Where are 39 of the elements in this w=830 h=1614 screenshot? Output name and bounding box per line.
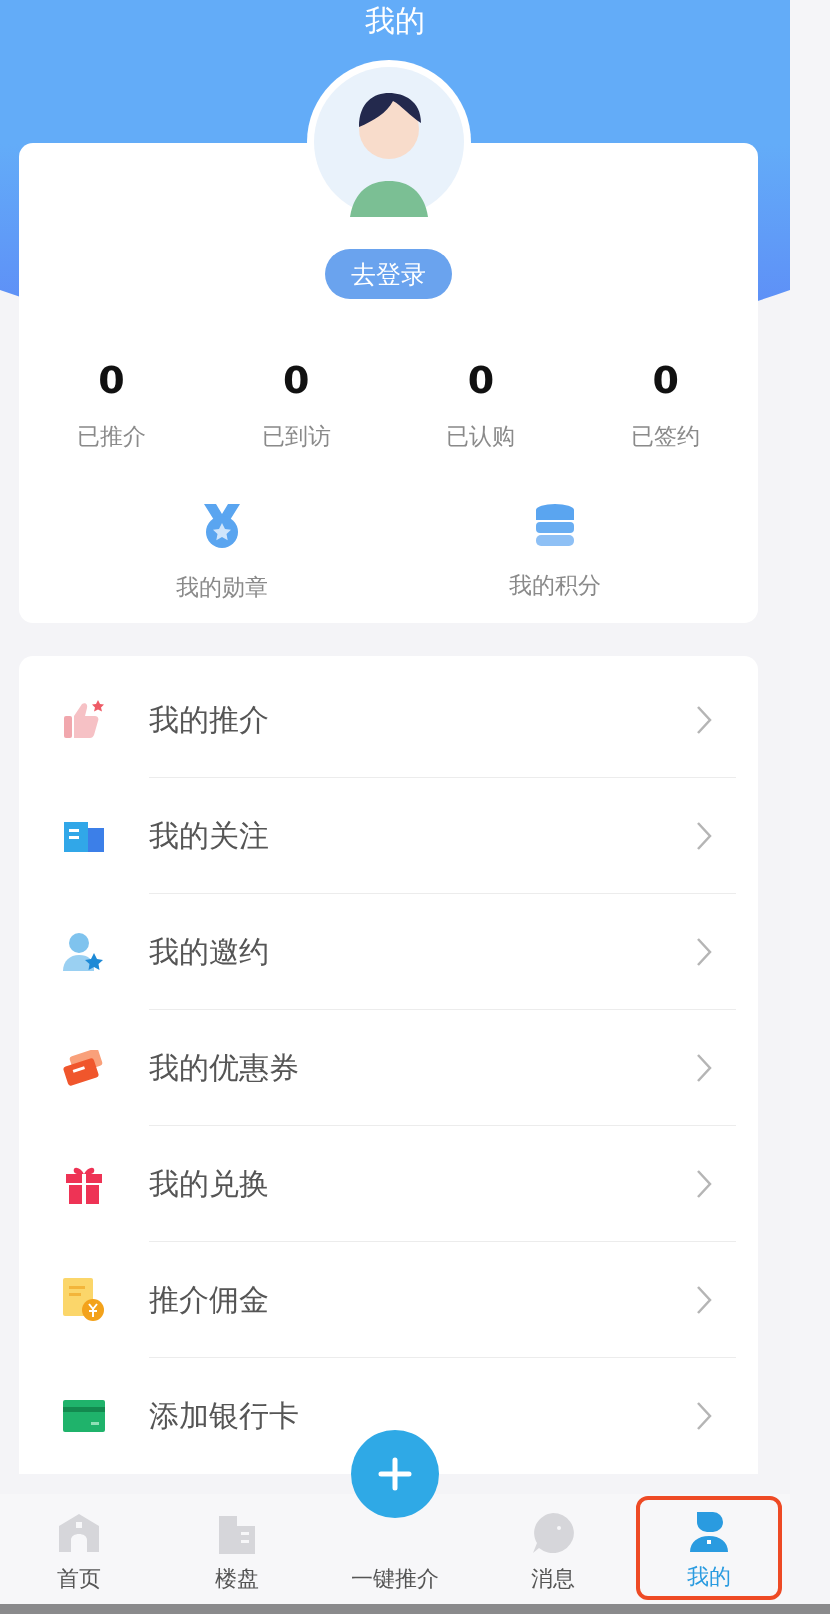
- person-icon: [688, 1510, 730, 1552]
- thumbs-up-icon: [62, 700, 106, 740]
- chevron-right-icon: [696, 821, 712, 851]
- stat-label: 已到访: [261, 422, 331, 451]
- chevron-right-icon: [696, 1285, 712, 1315]
- chevron-right-icon: [696, 1401, 712, 1431]
- stat-value: 0: [467, 357, 495, 403]
- buildings-icon: [217, 1514, 257, 1554]
- menu-item-label[interactable]: 添加银行卡: [149, 1395, 696, 1437]
- menu-item-label[interactable]: 我的优惠券: [149, 1047, 696, 1089]
- menu-item-label[interactable]: 我的兑换: [149, 1163, 696, 1205]
- stat-label: 已认购: [446, 422, 516, 451]
- stat-value: 0: [282, 357, 310, 403]
- person-star-icon: [63, 931, 105, 973]
- menu-item-label[interactable]: 我的关注: [149, 815, 696, 857]
- plus-icon: [378, 1457, 412, 1491]
- building-icon: [64, 820, 104, 852]
- chevron-right-icon: [696, 937, 712, 967]
- receipt-icon: [63, 1278, 105, 1322]
- chat-bubble-icon: [531, 1512, 575, 1554]
- chevron-right-icon: [696, 1169, 712, 1199]
- stat-label: 已推介: [76, 422, 146, 451]
- stat-label: 已签约: [631, 422, 701, 451]
- stat-value: 0: [98, 357, 125, 403]
- tab[interactable]: 一键推介: [316, 1554, 474, 1604]
- bank-card-icon: [63, 1400, 105, 1432]
- chevron-right-icon: [696, 705, 712, 735]
- tickets-icon: [63, 1050, 105, 1086]
- tab[interactable]: 首页: [0, 1494, 158, 1604]
- tab[interactable]: 楼盘: [158, 1494, 316, 1604]
- page-title: 我的: [364, 2, 426, 40]
- menu-item-label[interactable]: 推介佣金: [149, 1279, 696, 1321]
- house-icon: [57, 1512, 101, 1554]
- stack-icon: [534, 504, 575, 548]
- menu-item-label[interactable]: 我的推介: [149, 699, 696, 741]
- stat-value: 0: [652, 357, 679, 403]
- chevron-right-icon: [696, 1053, 712, 1083]
- tab[interactable]: 消息: [474, 1494, 632, 1604]
- menu-item-label[interactable]: 我的邀约: [149, 931, 696, 973]
